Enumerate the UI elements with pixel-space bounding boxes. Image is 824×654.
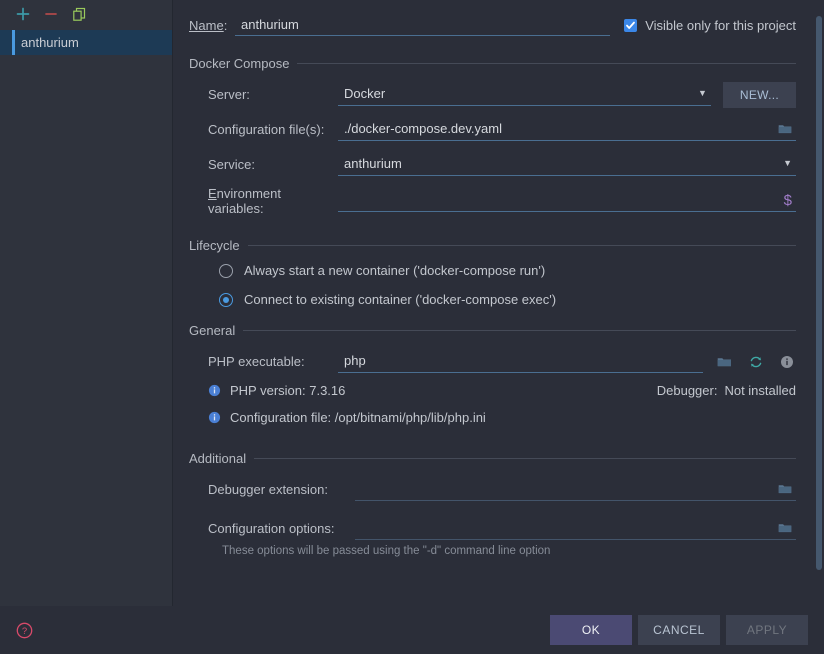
checkbox-checked-icon bbox=[624, 18, 638, 32]
php-executable-row: PHP executable: php bbox=[189, 348, 796, 375]
service-label: Service: bbox=[208, 157, 255, 172]
dialog-footer: ? OK CANCEL APPLY bbox=[0, 606, 824, 654]
php-version-line: PHP version: 7.3.16 Debugger: Not instal… bbox=[189, 383, 796, 398]
configuration-options-hint: These options will be passed using the "… bbox=[222, 545, 551, 557]
refresh-icon[interactable] bbox=[749, 355, 763, 369]
environment-variables-input[interactable]: $ bbox=[338, 190, 796, 212]
sidebar-item-label: anthurium bbox=[21, 35, 79, 50]
folder-icon[interactable] bbox=[778, 123, 792, 135]
divider bbox=[297, 63, 796, 64]
debugger-value: Not installed bbox=[724, 383, 796, 398]
configuration-files-input[interactable]: ./docker-compose.dev.yaml bbox=[338, 119, 796, 141]
server-dropdown[interactable]: Docker ▼ bbox=[338, 84, 711, 106]
folder-icon[interactable] bbox=[717, 356, 732, 368]
general-title: General bbox=[189, 323, 236, 338]
debugger-extension-label: Debugger extension: bbox=[208, 482, 328, 497]
configuration-files-label: Configuration file(s): bbox=[208, 122, 325, 137]
chevron-down-icon: ▼ bbox=[697, 88, 707, 98]
scrollbar-thumb[interactable] bbox=[816, 16, 822, 570]
divider bbox=[243, 330, 796, 331]
chevron-down-icon: ▼ bbox=[783, 158, 792, 168]
settings-scroll-area: Name: anthurium Visible only for this pr… bbox=[173, 0, 814, 606]
cancel-button[interactable]: CANCEL bbox=[638, 615, 720, 645]
configuration-options-input[interactable] bbox=[355, 518, 796, 540]
dollar-macro-icon[interactable]: $ bbox=[784, 192, 792, 209]
additional-header: Additional bbox=[189, 451, 796, 466]
configuration-file-line: Configuration file: /opt/bitnami/php/lib… bbox=[189, 410, 796, 425]
lifecycle-option-new-container[interactable]: Always start a new container ('docker-co… bbox=[189, 263, 796, 278]
divider bbox=[254, 458, 796, 459]
php-version-text: PHP version: 7.3.16 bbox=[230, 383, 346, 398]
help-circle-icon[interactable]: ? bbox=[14, 620, 34, 640]
general-group: General PHP executable: php PHP version:… bbox=[189, 323, 796, 425]
add-button[interactable] bbox=[14, 5, 32, 23]
server-label: Server: bbox=[208, 87, 250, 102]
php-executable-actions bbox=[717, 355, 794, 369]
vertical-scrollbar[interactable] bbox=[814, 0, 824, 606]
radio-selected-icon bbox=[219, 292, 233, 307]
dialog-body: anthurium Name: anthurium Visible only f… bbox=[0, 0, 824, 606]
php-executable-value: php bbox=[344, 353, 366, 368]
additional-title: Additional bbox=[189, 451, 247, 466]
info-icon[interactable] bbox=[780, 355, 794, 369]
visible-only-project-checkbox[interactable]: Visible only for this project bbox=[624, 18, 796, 33]
dialog-action-buttons: OK CANCEL APPLY bbox=[550, 615, 808, 645]
docker-compose-group: Docker Compose Server: Docker ▼ NEW... C… bbox=[189, 56, 796, 216]
general-header: General bbox=[189, 323, 796, 338]
radio-icon bbox=[219, 263, 233, 278]
svg-text:?: ? bbox=[21, 626, 26, 637]
configuration-files-row: Configuration file(s): ./docker-compose.… bbox=[189, 116, 796, 143]
lifecycle-title: Lifecycle bbox=[189, 238, 240, 253]
apply-button: APPLY bbox=[726, 615, 808, 645]
php-executable-input[interactable]: php bbox=[338, 351, 703, 373]
debugger-extension-input[interactable] bbox=[355, 479, 796, 501]
divider bbox=[247, 245, 796, 246]
sidebar-item-anthurium[interactable]: anthurium bbox=[0, 30, 172, 55]
environment-variables-row: Environment variables: $ bbox=[189, 186, 796, 216]
lifecycle-option-existing-container-label: Connect to existing container ('docker-c… bbox=[244, 292, 557, 307]
interpreters-sidebar: anthurium bbox=[0, 0, 173, 606]
environment-variables-label: Environment variables: bbox=[208, 186, 281, 216]
interpreter-list: anthurium bbox=[0, 28, 172, 606]
configuration-files-value: ./docker-compose.dev.yaml bbox=[344, 121, 502, 136]
sidebar-toolbar bbox=[0, 0, 172, 28]
configuration-file-text: Configuration file: /opt/bitnami/php/lib… bbox=[230, 410, 486, 425]
configuration-options-label: Configuration options: bbox=[208, 521, 335, 536]
info-icon bbox=[208, 411, 221, 424]
copy-button[interactable] bbox=[70, 5, 88, 23]
name-input-value: anthurium bbox=[241, 16, 299, 32]
lifecycle-option-existing-container[interactable]: Connect to existing container ('docker-c… bbox=[189, 292, 796, 307]
docker-compose-title: Docker Compose bbox=[189, 56, 290, 71]
service-row: Service: anthurium ▼ bbox=[189, 151, 796, 178]
name-label: Name: bbox=[189, 17, 228, 33]
debugger-extension-row: Debugger extension: bbox=[189, 476, 796, 503]
server-row: Server: Docker ▼ NEW... bbox=[189, 81, 796, 108]
folder-icon[interactable] bbox=[778, 483, 792, 495]
docker-compose-interpreter-dialog: anthurium Name: anthurium Visible only f… bbox=[0, 0, 824, 654]
ok-button[interactable]: OK bbox=[550, 615, 632, 645]
lifecycle-group: Lifecycle Always start a new container (… bbox=[189, 238, 796, 307]
lifecycle-header: Lifecycle bbox=[189, 238, 796, 253]
server-value: Docker bbox=[344, 86, 386, 101]
remove-button[interactable] bbox=[42, 5, 60, 23]
service-dropdown[interactable]: anthurium ▼ bbox=[338, 154, 796, 176]
debugger-label: Debugger: bbox=[656, 383, 718, 398]
info-icon bbox=[208, 384, 221, 397]
new-server-button[interactable]: NEW... bbox=[722, 81, 796, 108]
configuration-options-row: Configuration options: bbox=[189, 515, 796, 542]
docker-compose-header: Docker Compose bbox=[189, 56, 796, 71]
debugger-status: Debugger: Not installed bbox=[657, 383, 796, 398]
lifecycle-option-new-container-label: Always start a new container ('docker-co… bbox=[244, 263, 546, 278]
additional-group: Additional Debugger extension: Configura… bbox=[189, 451, 796, 557]
name-row: Name: anthurium Visible only for this pr… bbox=[189, 12, 796, 38]
name-input[interactable]: anthurium bbox=[235, 15, 611, 36]
visible-only-project-label: Visible only for this project bbox=[645, 17, 796, 33]
folder-icon[interactable] bbox=[778, 522, 792, 534]
php-executable-label: PHP executable: bbox=[208, 354, 305, 369]
settings-pane: Name: anthurium Visible only for this pr… bbox=[173, 0, 824, 606]
service-value: anthurium bbox=[344, 156, 402, 171]
